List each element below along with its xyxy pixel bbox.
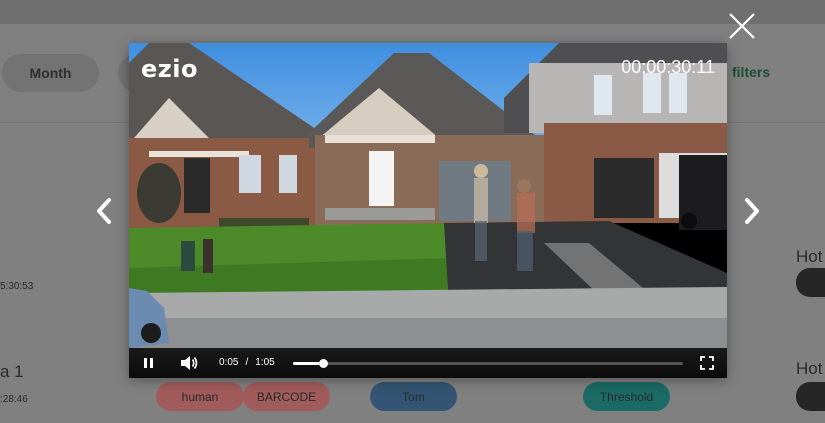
tag-threshold[interactable]: Threshold: [583, 382, 670, 411]
video-frame: [129, 43, 727, 348]
video-timestamp: 00:00:30:11: [621, 57, 715, 77]
top-bar: [0, 0, 825, 24]
month-filter-chip[interactable]: Month: [2, 54, 99, 92]
hot-label: Hot: [796, 359, 823, 378]
previous-button[interactable]: [92, 196, 116, 226]
chevron-left-icon: [97, 198, 111, 224]
hot-label: Hot: [796, 247, 823, 266]
time-separator: /: [245, 357, 249, 368]
seek-handle[interactable]: [319, 359, 328, 368]
event-time: :28:46: [0, 394, 28, 405]
dark-pill[interactable]: [796, 268, 825, 297]
chevron-right-icon: [745, 198, 759, 224]
event-time: 5:30:53: [0, 281, 34, 292]
current-time: 0:05: [219, 357, 239, 368]
fullscreen-icon: [700, 356, 714, 370]
video-player[interactable]: ezio 00:00:30:11 0:05 / 1:05: [129, 43, 727, 378]
next-button[interactable]: [740, 196, 764, 226]
dark-pill[interactable]: [796, 382, 825, 411]
video-controls: 0:05 / 1:05: [129, 348, 727, 378]
fullscreen-button[interactable]: [700, 356, 714, 370]
volume-icon: [181, 356, 198, 370]
close-button[interactable]: [727, 11, 757, 41]
tag-tom[interactable]: Tom: [370, 382, 457, 411]
volume-button[interactable]: [179, 355, 199, 371]
seek-bar[interactable]: [293, 359, 683, 368]
close-icon: [729, 13, 755, 39]
duration: 1:05: [255, 357, 275, 368]
pause-icon: [144, 358, 153, 368]
event-title: a 1: [0, 362, 24, 381]
brand-watermark: ezio: [141, 55, 198, 83]
time-display: 0:05 / 1:05: [219, 357, 275, 368]
tag-barcode[interactable]: BARCODE: [243, 382, 330, 411]
pause-button[interactable]: [141, 356, 157, 370]
filters-link[interactable]: filters: [732, 64, 770, 80]
tag-human[interactable]: human: [156, 382, 244, 411]
